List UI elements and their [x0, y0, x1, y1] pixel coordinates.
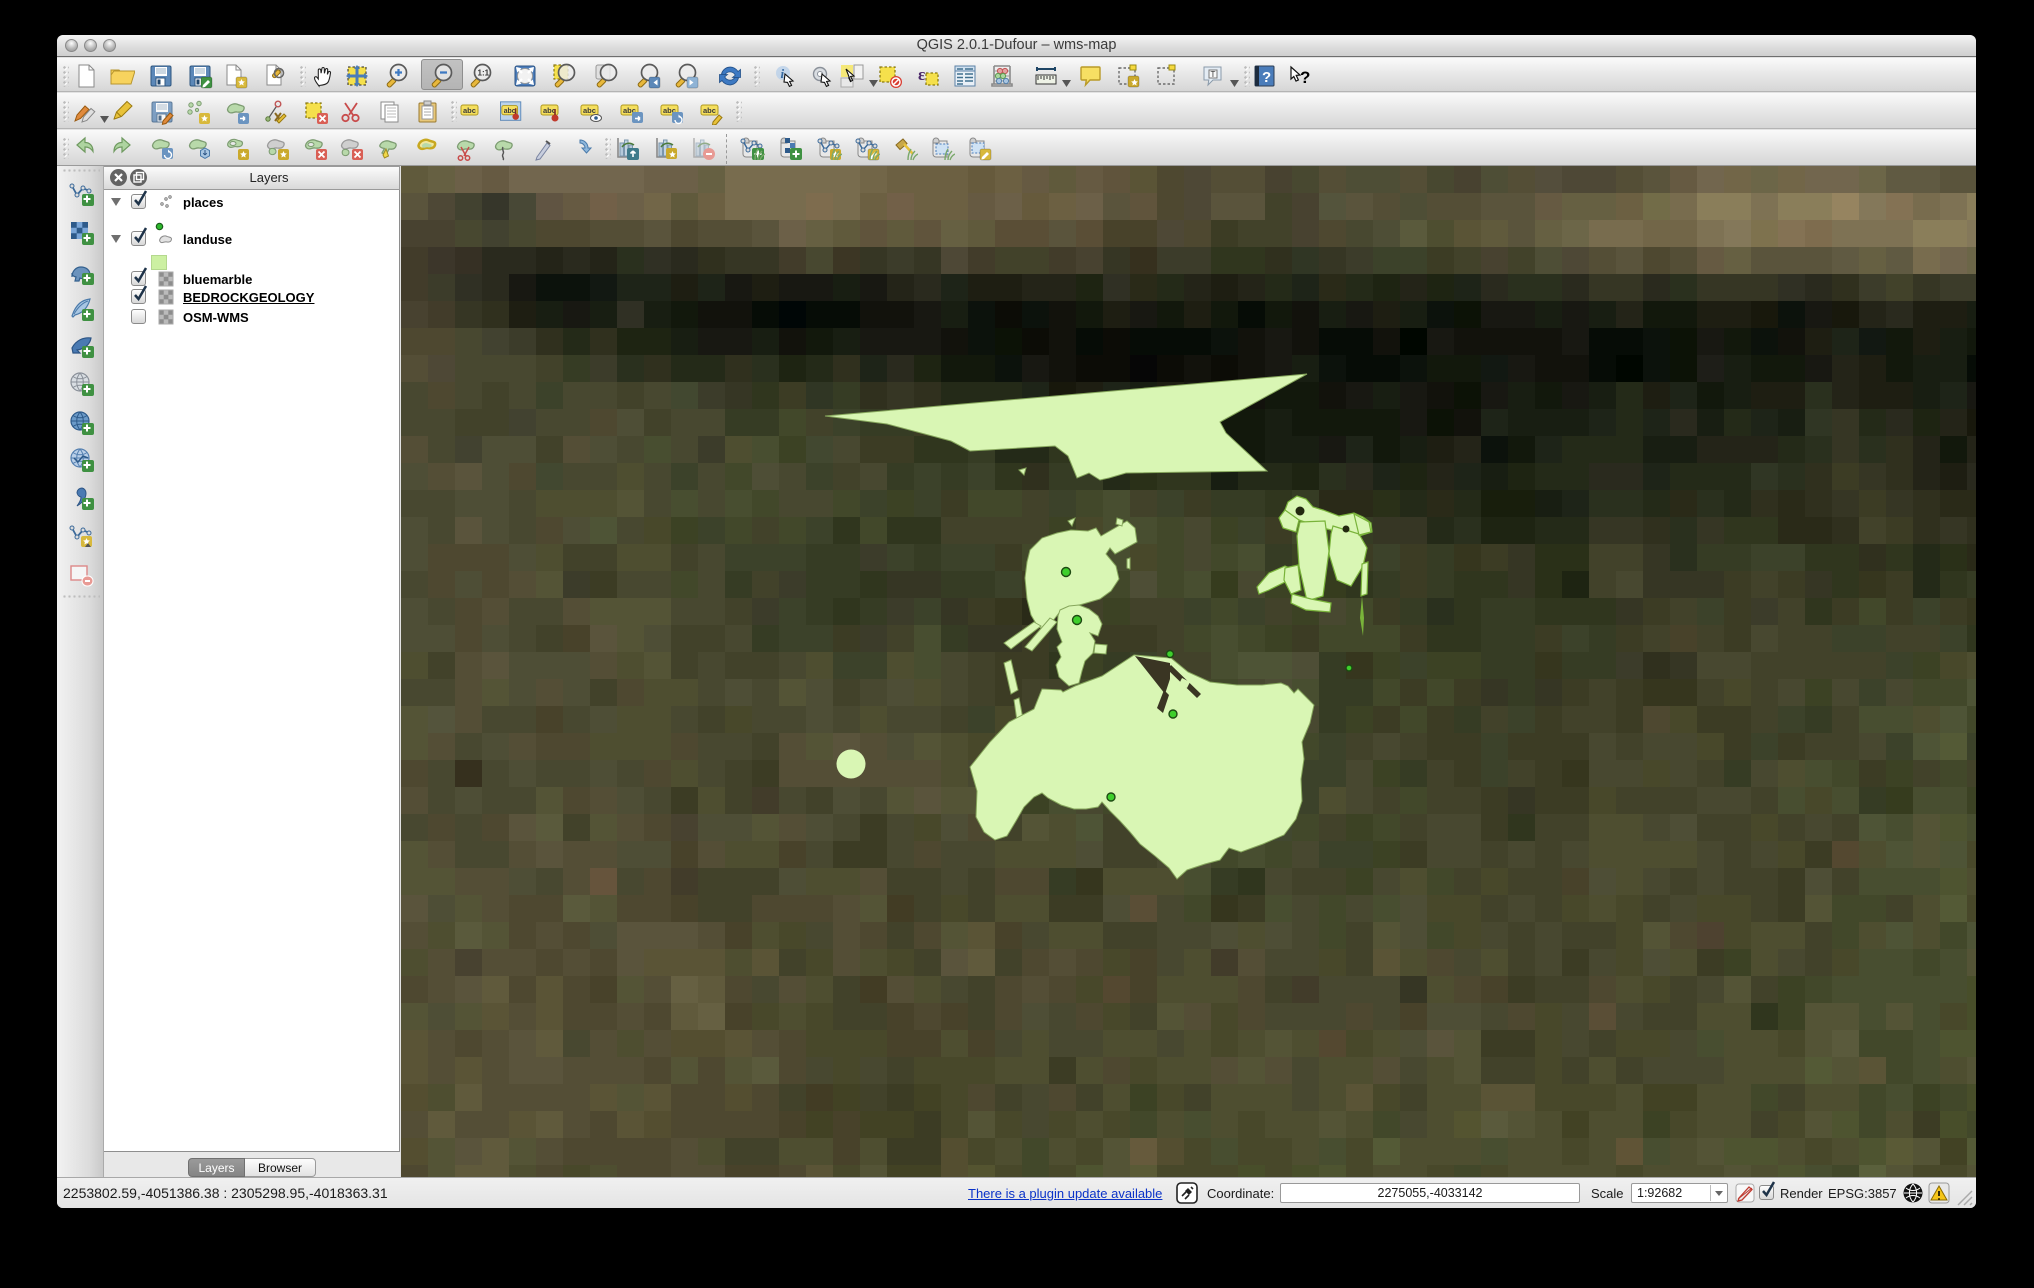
svg-text:?: ? [1300, 68, 1310, 87]
svg-text:1:1: 1:1 [478, 69, 490, 78]
svg-text:abc: abc [504, 108, 516, 115]
svg-text:ε: ε [918, 65, 925, 84]
svg-text:T: T [1211, 70, 1216, 79]
svg-text:abc: abc [583, 106, 596, 115]
svg-text:abc: abc [463, 106, 476, 115]
svg-text:?: ? [1262, 69, 1271, 86]
svg-text:abc: abc [703, 106, 716, 115]
svg-text:abc: abc [543, 106, 556, 115]
